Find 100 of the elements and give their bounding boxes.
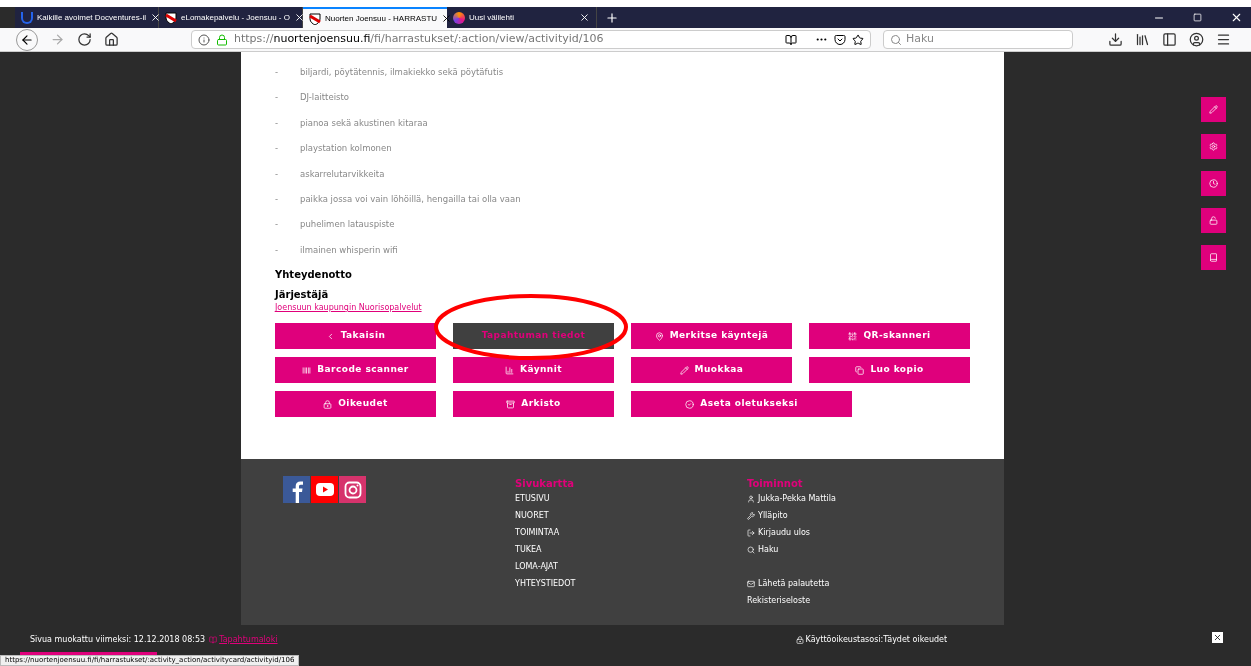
shield-icon <box>165 11 177 24</box>
browser-tab[interactable]: Nuorten Joensuu - HARRASTU <box>303 7 447 28</box>
pocket-icon[interactable] <box>834 33 846 46</box>
access-text: Käyttöoikeustasosi:Täydet oikeudet <box>795 634 948 646</box>
edit-icon <box>1209 105 1218 114</box>
new-tab-icon[interactable] <box>605 10 619 25</box>
action-button[interactable]: Muokkaa <box>631 357 792 384</box>
list-item: biljardi, pöytätennis, ilmakiekko sekä pöytäfutis <box>300 66 504 79</box>
list-dash: - <box>275 167 280 181</box>
footer-link[interactable]: LOMA-AJAT <box>515 558 747 575</box>
u-logo-icon <box>21 11 33 24</box>
modified-text: Sivua muokattu viimeksi: 12.12.2018 08:53 <box>30 634 206 646</box>
lock-icon <box>216 33 228 46</box>
check-circle-icon <box>685 399 695 409</box>
list-dash: - <box>275 66 280 79</box>
sidebar-icon[interactable] <box>1162 32 1177 47</box>
organizer-link[interactable]: Joensuun kaupungin Nuorisopalvelut <box>275 302 422 315</box>
restore-icon[interactable] <box>1193 13 1202 22</box>
action-button[interactable]: Käynnit <box>453 357 614 384</box>
qr-code-icon <box>848 331 858 341</box>
search-icon <box>747 545 755 554</box>
youtube-icon[interactable] <box>311 476 338 503</box>
close-icon <box>1213 632 1222 642</box>
book-icon <box>209 636 218 644</box>
logout-icon <box>747 528 755 537</box>
map-pin-icon <box>654 331 664 341</box>
action-button[interactable]: Barcode scanner <box>275 357 436 384</box>
list-item: DJ-laitteisto <box>300 91 349 105</box>
close-icon[interactable] <box>149 12 161 23</box>
lock-icon <box>795 636 804 644</box>
pencil-icon <box>679 365 689 375</box>
barcode-icon <box>302 365 312 375</box>
instagram-icon[interactable] <box>339 476 366 503</box>
close-button[interactable] <box>1212 631 1223 643</box>
footer-link[interactable]: TOIMINTAA <box>515 524 747 541</box>
lock-icon <box>323 399 333 409</box>
list-dash: - <box>275 192 280 206</box>
action-button[interactable]: Takaisin <box>275 323 436 350</box>
search-icon <box>890 33 902 46</box>
section-heading: Yhteydenotto <box>275 268 353 283</box>
action-button[interactable]: Oikeudet <box>275 391 436 418</box>
book-icon <box>1209 253 1218 262</box>
home-icon[interactable] <box>104 32 119 47</box>
list-dash: - <box>275 91 280 105</box>
bar-chart-icon <box>505 365 514 375</box>
footer-link[interactable]: Lähetä palautetta <box>747 575 836 592</box>
download-icon[interactable] <box>1108 32 1123 47</box>
settings-icon <box>1209 142 1218 151</box>
list-dash: - <box>275 243 280 257</box>
user-icon <box>747 494 755 503</box>
footer-link[interactable]: NUORET <box>515 507 747 524</box>
footer-heading: Toiminnot <box>747 478 804 490</box>
close-icon[interactable] <box>441 13 453 24</box>
search-field[interactable]: Haku <box>883 30 1073 49</box>
action-button[interactable]: Aseta oletukseksi <box>631 391 852 418</box>
account-icon[interactable] <box>1189 32 1204 47</box>
archive-icon <box>506 399 516 409</box>
list-dash: - <box>275 218 280 232</box>
close-icon[interactable] <box>579 12 590 23</box>
action-button[interactable]: Arkisto <box>453 391 614 418</box>
menu-icon[interactable] <box>1216 32 1231 47</box>
list-item: puhelimen latauspiste <box>300 218 395 232</box>
clock-icon <box>1209 179 1218 188</box>
action-button[interactable]: Luo kopio <box>809 357 970 384</box>
reader-icon[interactable] <box>785 33 797 46</box>
wrench-icon <box>747 511 755 520</box>
list-dash: - <box>275 142 280 156</box>
action-button[interactable]: Merkitse käyntejä <box>631 323 792 350</box>
facebook-icon[interactable] <box>283 476 310 503</box>
globe-icon <box>453 11 465 24</box>
close-icon[interactable] <box>293 12 305 23</box>
copy-icon <box>855 365 865 375</box>
footer-link[interactable]: TUKEA <box>515 541 747 558</box>
list-item: ilmainen whisperin wifi <box>300 243 398 257</box>
mail-icon <box>747 579 755 588</box>
organizer-label: Järjestäjä <box>275 288 330 303</box>
info-icon <box>198 33 210 46</box>
footer-link[interactable]: Ylläpito <box>747 507 836 524</box>
star-icon[interactable] <box>852 33 864 46</box>
shield-icon <box>309 12 321 25</box>
unlock-icon <box>1209 216 1218 225</box>
footer-link[interactable]: ETUSIVU <box>515 490 747 507</box>
footer-heading: Sivukartta <box>515 478 575 490</box>
action-button[interactable]: QR-skanneri <box>809 323 970 350</box>
footer-link[interactable]: Haku <box>747 541 836 558</box>
list-item: pianoa sekä akustinen kitaraa <box>300 116 428 130</box>
footer-link[interactable]: Rekisteriseloste <box>747 592 836 609</box>
address-bar[interactable]: https://nuortenjoensuu.fi/fi/harrastukset/:action/view/activityid/106 <box>191 30 871 49</box>
side-tool-button[interactable] <box>1201 245 1226 270</box>
footer-link[interactable]: Kirjaudu ulos <box>747 524 836 541</box>
footer-link[interactable]: Jukka-Pekka Mattila <box>747 490 836 507</box>
reload-icon[interactable] <box>77 32 92 47</box>
list-item: askarrelutarvikkeita <box>300 167 385 181</box>
list-dash: - <box>275 116 280 130</box>
close-icon[interactable] <box>1230 11 1243 24</box>
list-item: paikka jossa voi vain löhöillä, hengailla tai olla vaan <box>300 192 521 206</box>
url-text: https://nuortenjoensuu.fi/fi/harrastukset/:action/view/activityid/106 <box>234 31 604 48</box>
footer-link[interactable]: YHTEYSTIEDOT <box>515 575 747 592</box>
library-icon[interactable] <box>1135 32 1150 47</box>
list-item: playstation kolmonen <box>300 142 392 156</box>
